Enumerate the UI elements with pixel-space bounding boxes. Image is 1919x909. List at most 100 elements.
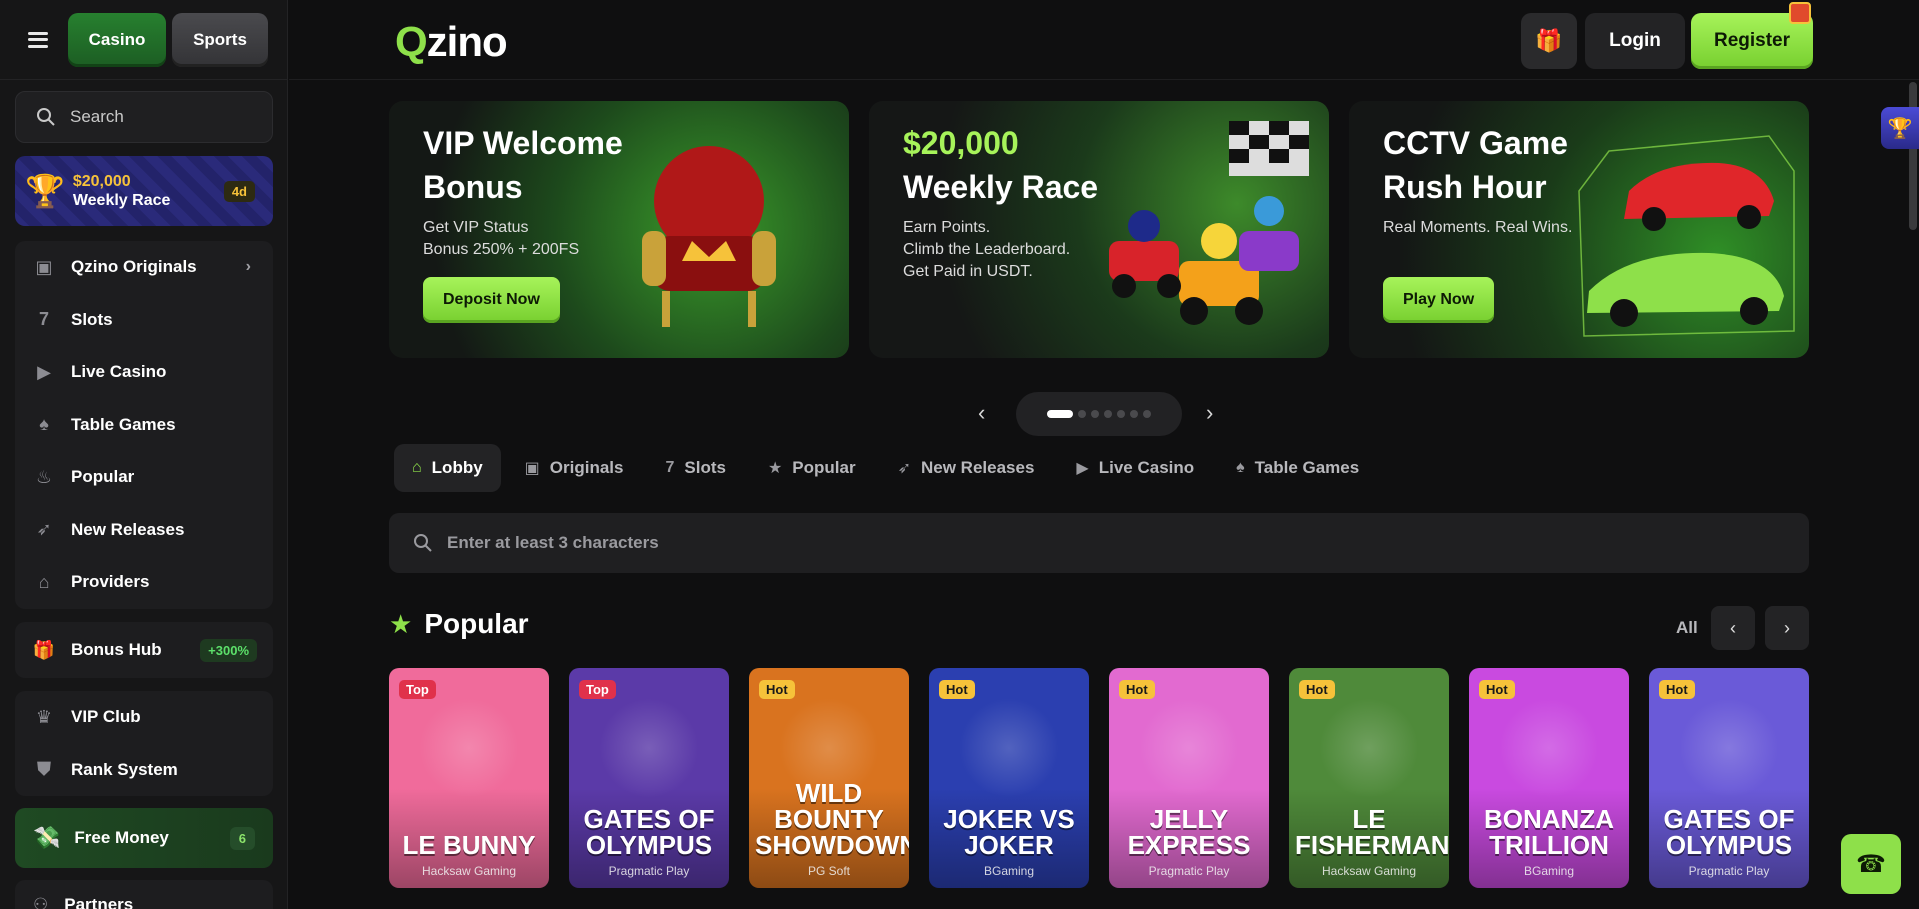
game-card[interactable]: Hot WILD BOUNTY SHOWDOWN PG Soft — [749, 668, 909, 888]
tab-sports[interactable]: Sports — [172, 12, 268, 67]
sidebar-item-popular[interactable]: ♨ Popular — [15, 451, 273, 504]
game-card[interactable]: Top LE BUNNY Hacksaw Gaming — [389, 668, 549, 888]
game-search-input[interactable]: Enter at least 3 characters — [389, 513, 1809, 573]
carousel-prev-arrow[interactable]: ‹ — [978, 400, 985, 426]
sidebar-item-providers[interactable]: ⌂ Providers — [15, 556, 273, 609]
popular-next-button[interactable]: › — [1765, 606, 1809, 650]
sidebar-item-label: VIP Club — [71, 707, 141, 727]
race-badge: 4d — [223, 180, 255, 202]
sidebar-top: Casino Sports — [0, 0, 287, 80]
category-tabs: ⌂ Lobby ▣ Originals 7 Slots ★ Popular ➶ New R… — [394, 444, 1377, 492]
carousel-dot[interactable] — [1130, 410, 1138, 418]
race-label: Weekly Race — [72, 192, 171, 209]
sidebar-item-slots[interactable]: 7 Slots — [15, 294, 273, 347]
game-card[interactable]: Hot JELLY EXPRESS Pragmatic Play — [1109, 668, 1269, 888]
gift-icon: 🎁 — [1535, 28, 1563, 53]
deposit-now-button[interactable]: Deposit Now — [423, 277, 560, 323]
carousel-dot[interactable] — [1143, 410, 1151, 418]
sidebar-item-new-releases[interactable]: ➶ New Releases — [15, 504, 273, 557]
tab-slots[interactable]: 7 Slots — [647, 444, 743, 492]
bonus-hub-badge: +300% — [200, 638, 257, 662]
sidebar-search[interactable]: Search — [15, 91, 273, 143]
tab-casino[interactable]: Casino — [68, 12, 166, 67]
race-text: $20,000 Weekly Race — [73, 172, 171, 210]
carousel-dot[interactable] — [1091, 410, 1099, 418]
section-title-text: Popular — [424, 608, 529, 639]
logo[interactable]: Qzino — [395, 18, 508, 66]
partners-icon: ⚇ — [33, 895, 49, 909]
tab-table-games[interactable]: ♠ Table Games — [1218, 444, 1377, 492]
slots-icon: 7 — [665, 459, 675, 476]
play-now-button[interactable]: Play Now — [1383, 277, 1495, 323]
tab-popular[interactable]: ★ Popular — [750, 444, 874, 492]
tab-label: Slots — [684, 458, 726, 477]
game-provider: Pragmatic Play — [608, 864, 690, 878]
popular-section-title: ★ Popular — [389, 608, 529, 640]
game-art — [959, 698, 1059, 798]
search-icon — [414, 534, 432, 552]
game-card[interactable]: Hot BONANZA TRILLION BGaming — [1469, 668, 1629, 888]
menu-icon[interactable] — [28, 31, 48, 48]
support-chat-button[interactable]: ☎ — [1841, 834, 1901, 894]
game-art — [1319, 698, 1419, 798]
banner-title: VIP Welcome Bonus — [423, 121, 623, 209]
carousel-dot[interactable] — [1078, 410, 1086, 418]
carousel-dot[interactable] — [1117, 410, 1125, 418]
banner-weekly-race[interactable]: $20,000 Weekly Race Earn Points. Climb th… — [869, 101, 1329, 358]
banner-title-line1: VIP Welcome — [423, 125, 623, 161]
sidebar-item-rank-system[interactable]: ⛊ Rank System — [15, 744, 273, 797]
sidebar-item-label: Bonus Hub — [71, 640, 162, 659]
game-tag: Hot — [1299, 680, 1335, 699]
sidebar-item-label: Rank System — [71, 759, 178, 779]
game-art — [1499, 698, 1599, 798]
sidebar-item-label: Qzino Originals — [71, 257, 197, 277]
game-title: WILD BOUNTY SHOWDOWN — [755, 778, 909, 860]
login-button[interactable]: Login — [1585, 13, 1685, 69]
rocket-icon: ➶ — [36, 519, 52, 540]
sidebar-item-table-games[interactable]: ♠ Table Games — [15, 399, 273, 452]
weekly-race-card[interactable]: 🏆 $20,000 Weekly Race 4d — [15, 156, 273, 226]
game-card[interactable]: Hot GATES OF OLYMPUS Pragmatic Play — [1649, 668, 1809, 888]
view-all-link[interactable]: All — [1676, 618, 1698, 638]
banner-title: CCTV Game Rush Hour — [1383, 121, 1568, 209]
banner-subtitle: Get VIP Status Bonus 250% + 200FS — [423, 217, 579, 261]
fire-icon: ♨ — [35, 466, 53, 487]
tab-lobby[interactable]: ⌂ Lobby — [394, 444, 501, 492]
carousel-dots — [1016, 392, 1182, 436]
throne-illustration — [642, 146, 776, 327]
banner-cctv-rush-hour[interactable]: CCTV Game Rush Hour Real Moments. Real Wi… — [1349, 101, 1809, 358]
live-casino-icon: ▶ — [37, 361, 51, 382]
trophy-icon: 🏆 — [1887, 117, 1913, 140]
carousel-dot[interactable] — [1104, 410, 1112, 418]
logo-text: zino — [426, 18, 508, 65]
sidebar-nav-main: ▣ Qzino Originals › 7 Slots ▶ Live Casin… — [15, 241, 273, 609]
game-provider: Hacksaw Gaming — [421, 864, 517, 878]
gift-button[interactable]: 🎁 — [1521, 13, 1577, 69]
race-floating-button[interactable]: 🏆 — [1881, 107, 1919, 149]
sidebar-item-vip-club[interactable]: ♛ VIP Club — [15, 691, 273, 744]
carousel-next-arrow[interactable]: › — [1206, 400, 1213, 426]
search-icon — [37, 108, 55, 126]
game-card[interactable]: Hot LE FISHERMAN Hacksaw Gaming — [1289, 668, 1449, 888]
banner-title: $20,000 Weekly Race — [903, 121, 1098, 209]
sidebar-item-qzino-originals[interactable]: ▣ Qzino Originals › — [15, 241, 273, 294]
tab-new-releases[interactable]: ➶ New Releases — [880, 444, 1053, 492]
free-money-button[interactable]: 💸 Free Money 6 — [15, 808, 273, 868]
sidebar-item-partners[interactable]: ⚇ Partners — [15, 880, 273, 909]
game-title: BONANZA TRILLION — [1484, 804, 1614, 860]
sidebar-item-live-casino[interactable]: ▶ Live Casino — [15, 346, 273, 399]
game-card[interactable]: Hot JOKER VS JOKER BGaming — [929, 668, 1089, 888]
page-scrollbar[interactable] — [1909, 82, 1917, 230]
tab-originals[interactable]: ▣ Originals — [507, 444, 642, 492]
tab-live-casino[interactable]: ▶ Live Casino — [1058, 444, 1212, 492]
carousel-dot[interactable] — [1047, 410, 1073, 418]
sidebar-item-label: Partners — [64, 895, 134, 909]
sidebar-item-bonus-hub[interactable]: 🎁 Bonus Hub +300% — [15, 622, 273, 678]
game-card[interactable]: Top GATES OF OLYMPUS Pragmatic Play — [569, 668, 729, 888]
banner-vip-welcome[interactable]: VIP Welcome Bonus Get VIP Status Bonus 25… — [389, 101, 849, 358]
banner-sub-line: Get Paid in USDT. — [903, 263, 1033, 280]
banner-sub-line: Earn Points. — [903, 219, 991, 236]
popular-prev-button[interactable]: ‹ — [1711, 606, 1755, 650]
banner-title-line2: Bonus — [423, 169, 523, 205]
tab-label: Live Casino — [1098, 458, 1195, 477]
